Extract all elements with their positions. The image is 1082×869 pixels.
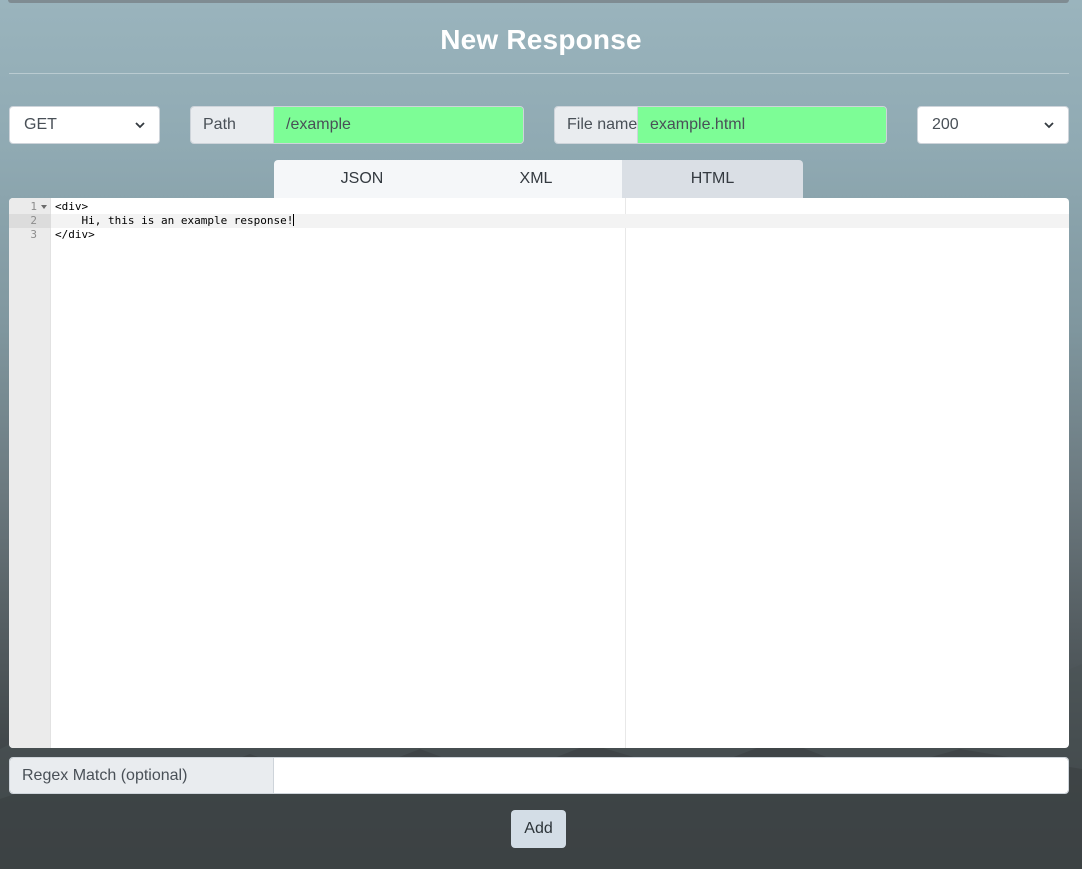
print-margin-line xyxy=(625,198,626,748)
editor-gutter: 1 2 3 xyxy=(9,198,51,748)
method-select-value: GET xyxy=(24,116,57,133)
line-number: 1 xyxy=(9,200,51,214)
status-code-select[interactable]: 200 xyxy=(917,106,1069,144)
path-label: Path xyxy=(191,107,274,143)
header-divider xyxy=(9,73,1069,74)
filename-label: File name xyxy=(555,107,638,143)
format-tabs: JSON XML HTML xyxy=(274,160,803,198)
editor-content[interactable]: <div> Hi, this is an example response! <… xyxy=(51,198,1069,748)
line-number: 3 xyxy=(30,228,37,241)
path-input-group: Path /example xyxy=(190,106,524,144)
add-button[interactable]: Add xyxy=(511,810,566,848)
code-line: <div> xyxy=(55,200,89,213)
status-code-value: 200 xyxy=(932,116,959,133)
tab-html[interactable]: HTML xyxy=(622,160,803,198)
code-line: </div> xyxy=(55,228,95,241)
method-select[interactable]: GET xyxy=(9,106,160,144)
path-input[interactable]: /example xyxy=(274,107,523,143)
text-cursor xyxy=(293,214,295,226)
tab-json[interactable]: JSON xyxy=(274,160,450,198)
tab-xml[interactable]: XML xyxy=(450,160,622,198)
filename-input-group: File name example.html xyxy=(554,106,887,144)
regex-input-group: Regex Match (optional) xyxy=(9,757,1069,794)
regex-input[interactable] xyxy=(274,758,1068,793)
fold-arrow-icon[interactable] xyxy=(41,204,47,210)
chevron-down-icon xyxy=(135,122,145,129)
regex-label: Regex Match (optional) xyxy=(10,758,274,793)
filename-input[interactable]: example.html xyxy=(638,107,886,143)
top-border-strip xyxy=(8,0,1069,3)
page-title: New Response xyxy=(440,24,642,55)
line-number: 2 xyxy=(9,214,51,228)
code-line-active: Hi, this is an example response! xyxy=(51,214,1069,228)
chevron-down-icon xyxy=(1044,122,1054,129)
code-editor[interactable]: 1 2 3 <div> Hi, this is an example respo… xyxy=(9,198,1069,748)
